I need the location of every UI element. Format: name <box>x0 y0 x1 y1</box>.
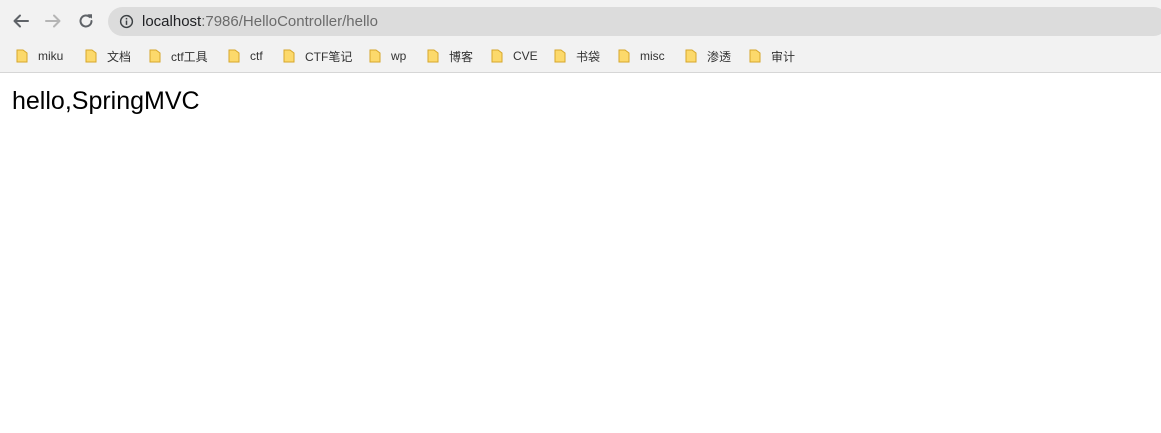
bookmark-ctf-tools[interactable]: ctf工具 <box>149 46 208 66</box>
folder-icon <box>16 49 28 63</box>
page-content: hello,SpringMVC <box>0 73 1161 433</box>
folder-icon <box>685 49 697 63</box>
forward-button[interactable] <box>40 8 66 34</box>
back-button[interactable] <box>8 8 34 34</box>
bookmark-blog[interactable]: 博客 <box>427 46 473 66</box>
bookmark-label: 博客 <box>449 49 474 64</box>
browser-chrome: localhost:7986/HelloController/hello mik… <box>0 0 1161 73</box>
folder-icon <box>554 49 566 63</box>
bookmark-label: 书袋 <box>576 49 601 64</box>
url-text[interactable]: localhost:7986/HelloController/hello <box>142 13 378 30</box>
bookmark-label: CVE <box>513 49 538 63</box>
folder-icon <box>85 49 97 63</box>
bookmark-label: ctf <box>250 49 263 63</box>
folder-icon <box>149 49 161 63</box>
reload-icon <box>79 14 93 28</box>
page-body-text: hello,SpringMVC <box>12 87 200 115</box>
bookmark-label: 渗透 <box>707 49 732 64</box>
bookmark-label: 审计 <box>771 49 796 64</box>
folder-icon <box>283 49 295 63</box>
url-path: :7986/HelloController/hello <box>201 13 378 30</box>
folder-icon <box>369 49 381 63</box>
bookmark-cve[interactable]: CVE <box>491 46 538 66</box>
bookmark-audit[interactable]: 审计 <box>749 46 795 66</box>
bookmark-ctf-notes[interactable]: CTF笔记 <box>283 46 352 66</box>
bookmark-docs[interactable]: 文档 <box>85 46 131 66</box>
reload-button[interactable] <box>73 8 99 34</box>
url-host: localhost <box>142 13 202 30</box>
bookmark-miku[interactable]: miku <box>16 46 63 66</box>
folder-icon <box>427 49 439 63</box>
folder-icon <box>491 49 503 63</box>
bookmarks-bar: miku 文档 ctf工具 ctf CTF笔记 wp 博客 CVE 书袋 mis… <box>0 41 1161 72</box>
bookmark-label: 文档 <box>107 49 132 64</box>
arrow-right-icon <box>45 14 61 28</box>
bookmark-label: CTF笔记 <box>305 49 353 64</box>
bookmark-book-bag[interactable]: 书袋 <box>554 46 600 66</box>
folder-icon <box>749 49 761 63</box>
bookmark-pentest[interactable]: 渗透 <box>685 46 731 66</box>
info-icon[interactable] <box>119 14 134 29</box>
address-bar[interactable]: localhost:7986/HelloController/hello <box>108 7 1161 36</box>
bookmark-label: ctf工具 <box>171 49 208 64</box>
bookmark-label: miku <box>38 49 64 63</box>
folder-icon <box>618 49 630 63</box>
bookmark-wp[interactable]: wp <box>369 46 406 66</box>
bookmark-label: misc <box>640 49 665 63</box>
bookmark-label: wp <box>391 49 407 63</box>
arrow-left-icon <box>13 14 29 28</box>
browser-toolbar: localhost:7986/HelloController/hello <box>0 0 1161 41</box>
bookmark-misc[interactable]: misc <box>618 46 665 66</box>
bookmark-ctf[interactable]: ctf <box>228 46 263 66</box>
folder-icon <box>228 49 240 63</box>
